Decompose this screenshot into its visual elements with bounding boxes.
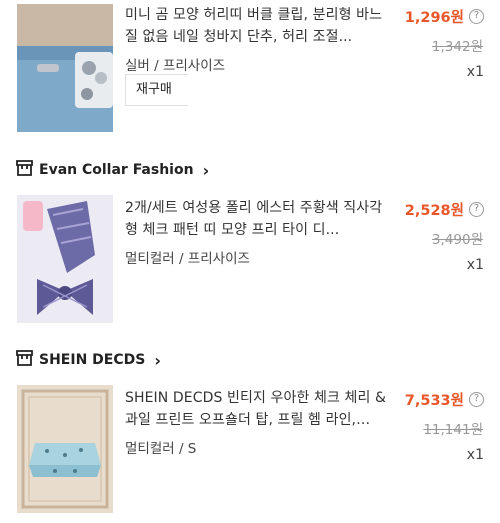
item-quantity: x1 bbox=[466, 257, 484, 273]
item-quantity: x1 bbox=[466, 64, 484, 80]
chevron-right-icon[interactable]: › bbox=[154, 351, 161, 370]
rebuy-button[interactable]: 재구매 bbox=[125, 74, 188, 106]
order-item: 미니 곰 모양 허리띠 버클 클립, 분리형 바느질 없음 네일 청바지 단추,… bbox=[0, 0, 500, 140]
item-variant: 실버 / 프리사이즈 bbox=[125, 58, 226, 74]
chevron-right-icon[interactable]: › bbox=[203, 161, 210, 180]
store-name[interactable]: Evan Collar Fashion bbox=[39, 162, 194, 178]
help-icon[interactable]: ? bbox=[469, 202, 484, 217]
item-title[interactable]: 미니 곰 모양 허리띠 버클 클립, 분리형 바느질 없음 네일 청바지 단추,… bbox=[125, 4, 387, 48]
item-price: 1,296원 bbox=[404, 10, 464, 26]
help-icon[interactable]: ? bbox=[469, 392, 484, 407]
product-image[interactable] bbox=[17, 4, 113, 132]
original-price: 11,141원 bbox=[423, 422, 483, 438]
item-variant: 멀티컬러 / S bbox=[125, 441, 197, 457]
item-price: 2,528원 bbox=[404, 203, 464, 219]
product-image[interactable] bbox=[17, 195, 113, 323]
help-icon[interactable]: ? bbox=[469, 9, 484, 24]
item-variant: 멀티컬러 / 프리사이즈 bbox=[125, 251, 250, 267]
store-header[interactable]: SHEIN DECDS › bbox=[16, 350, 161, 370]
order-item: 2개/세트 여성용 폴리 에스터 주황색 직사각형 체크 패턴 띠 모양 프리 … bbox=[0, 195, 500, 330]
original-price: 1,342원 bbox=[431, 39, 483, 55]
item-title[interactable]: 2개/세트 여성용 폴리 에스터 주황색 직사각형 체크 패턴 띠 모양 프리 … bbox=[125, 197, 387, 241]
store-icon bbox=[16, 350, 33, 370]
store-name[interactable]: SHEIN DECDS bbox=[39, 352, 145, 368]
order-item: SHEIN DECDS 빈티지 우아한 체크 체리 & 과일 프린트 오프숄더 … bbox=[0, 385, 500, 520]
store-header[interactable]: Evan Collar Fashion › bbox=[16, 160, 209, 180]
original-price: 3,490원 bbox=[431, 232, 483, 248]
product-image[interactable] bbox=[17, 385, 113, 513]
item-title[interactable]: SHEIN DECDS 빈티지 우아한 체크 체리 & 과일 프린트 오프숄더 … bbox=[125, 387, 387, 431]
item-quantity: x1 bbox=[466, 447, 484, 463]
item-price: 7,533원 bbox=[404, 393, 464, 409]
store-icon bbox=[16, 160, 33, 180]
